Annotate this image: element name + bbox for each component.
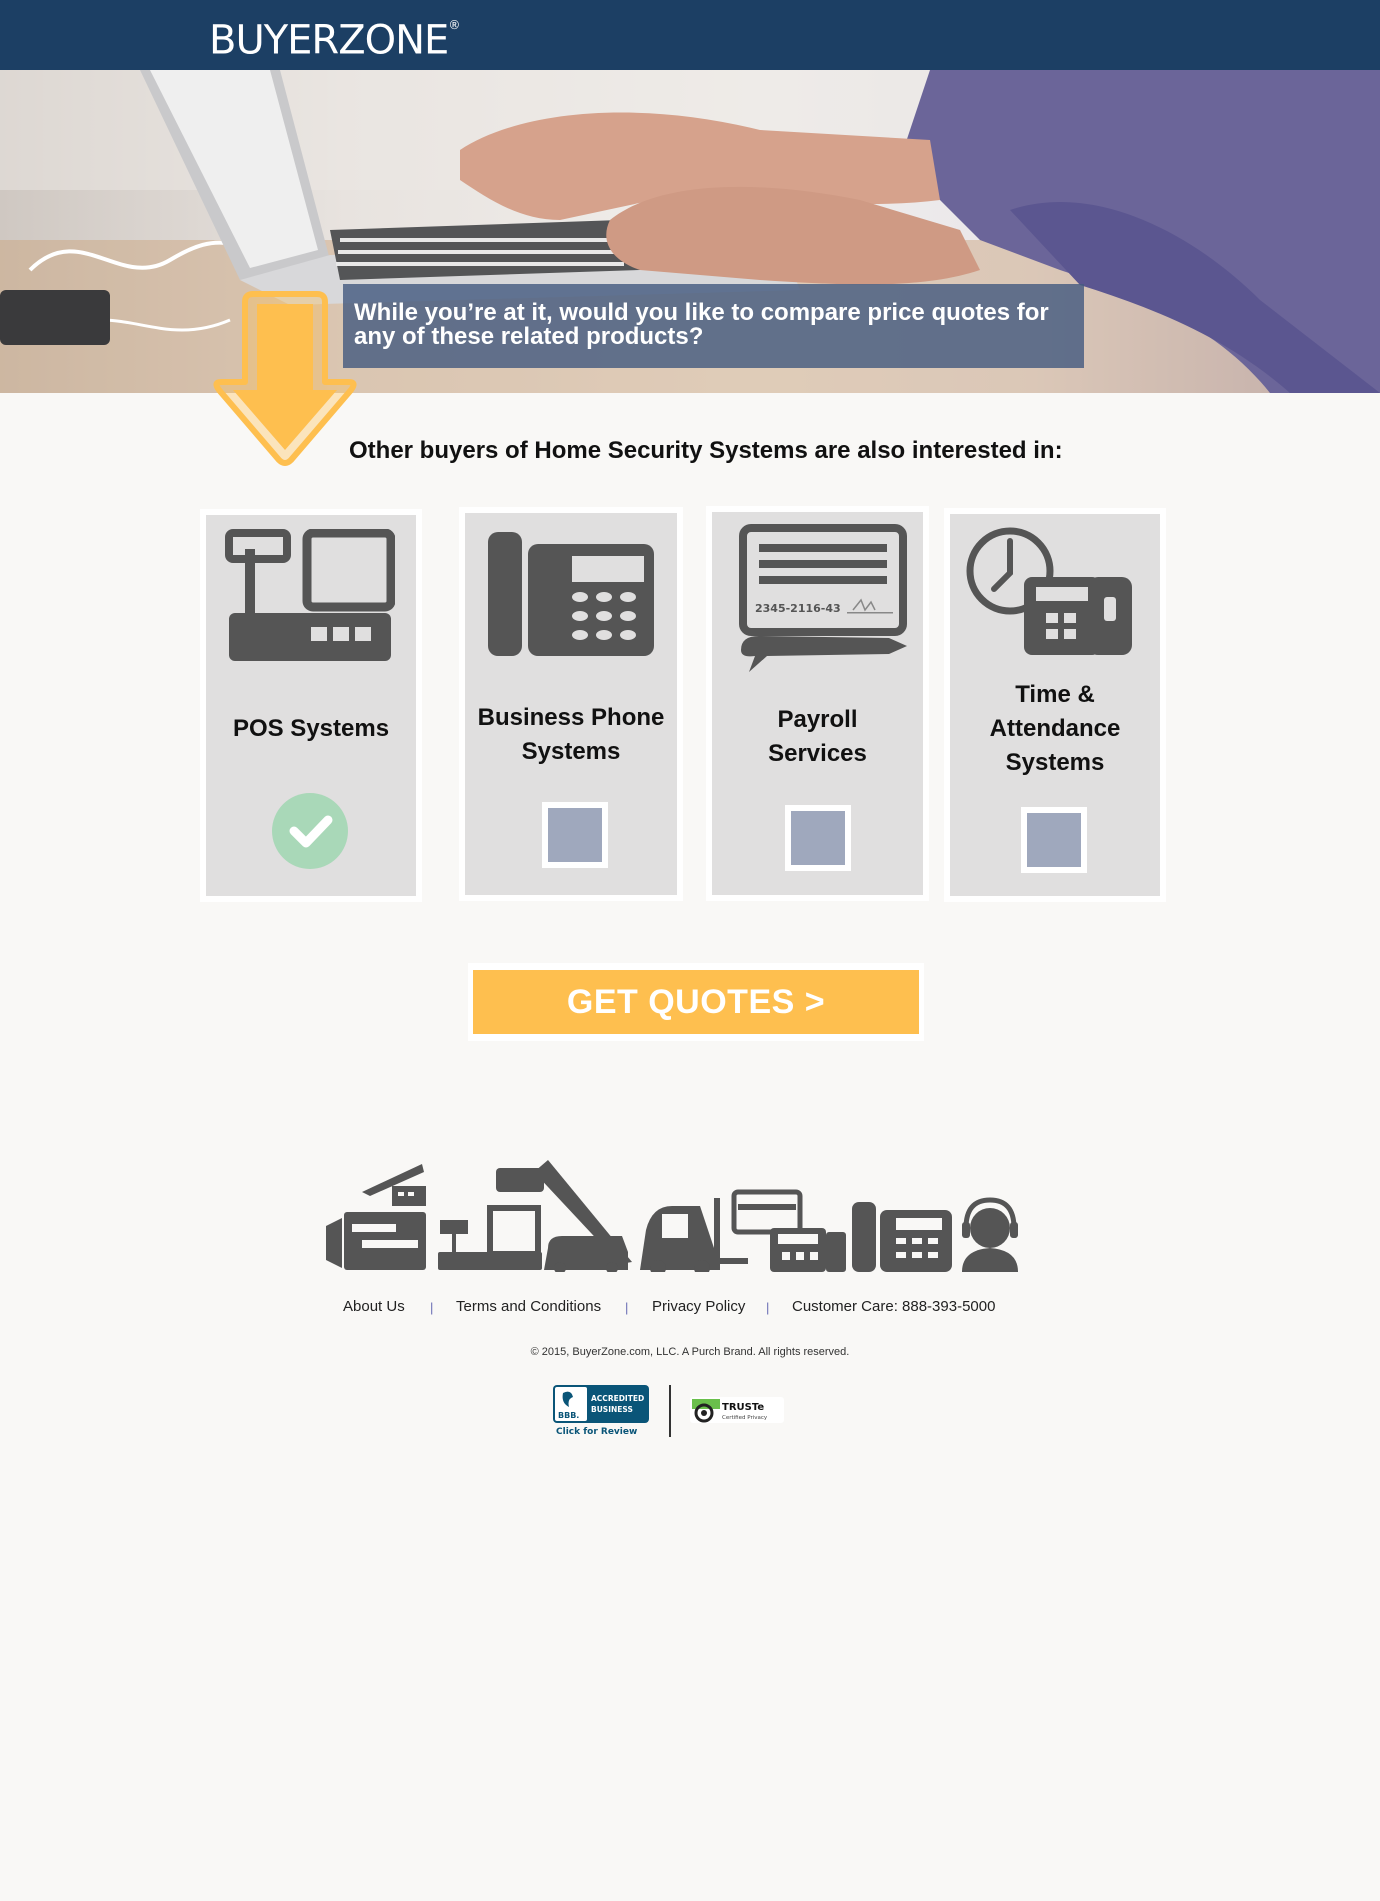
product-card-business-phone-systems[interactable]: Business Phone Systems [459, 507, 683, 901]
bbb-accredited-badge[interactable]: BBB. ACCREDITED BUSINESS Click for Revie… [553, 1385, 649, 1437]
svg-text:BBB.: BBB. [558, 1411, 579, 1420]
product-label: POS Systems [232, 715, 390, 742]
product-checkbox[interactable] [1021, 807, 1087, 873]
down-arrow-icon [213, 291, 357, 466]
privacy-policy-link[interactable]: Privacy Policy [652, 1298, 745, 1315]
footer-separator: | [766, 1300, 770, 1315]
about-us-link[interactable]: About Us [343, 1298, 405, 1315]
product-label: Business Phone Systems [477, 704, 665, 765]
svg-text:2345-2116-43: 2345-2116-43 [755, 602, 841, 615]
related-products-heading: Other buyers of Home Security Systems ar… [349, 437, 1063, 464]
desk-phone-icon [488, 532, 654, 656]
check-and-pen-icon: 2345-2116-43 [739, 524, 907, 672]
get-quotes-button[interactable]: GET QUOTES > [473, 970, 919, 1034]
customer-care-text: Customer Care: 888-393-5000 [792, 1298, 996, 1315]
footer-separator: | [625, 1300, 629, 1315]
logo-text: BUYERZONE [209, 17, 449, 64]
product-card-payroll-services[interactable]: 2345-2116-43 Payroll Services [706, 506, 929, 901]
office-equipment-icons [326, 1160, 1018, 1272]
site-header: BUYERZONE® [0, 0, 1380, 70]
product-checkbox[interactable] [542, 802, 608, 868]
get-quotes-button-frame: GET QUOTES > [468, 963, 924, 1041]
badge-divider [669, 1385, 671, 1437]
product-label: Payroll Services [768, 706, 867, 767]
copyright-text: © 2015, BuyerZone.com, LLC. A Purch Bran… [530, 1346, 850, 1358]
terms-and-conditions-link[interactable]: Terms and Conditions [456, 1298, 601, 1315]
hero-banner: While you’re at it, would you like to co… [343, 284, 1084, 368]
registered-mark: ® [448, 18, 460, 32]
buyerzone-logo[interactable]: BUYERZONE® [209, 12, 460, 64]
svg-text:Certified Privacy: Certified Privacy [722, 1415, 768, 1421]
product-card-time-attendance-systems[interactable]: Time & Attendance Systems [944, 508, 1166, 902]
banner-text: While you’re at it, would you like to co… [354, 299, 1049, 350]
pos-terminal-icon [225, 529, 395, 661]
truste-certified-badge[interactable]: TRUSTe Certified Privacy [690, 1395, 784, 1425]
svg-text:Click for Review: Click for Review [556, 1427, 637, 1437]
product-card-pos-systems[interactable]: POS Systems [200, 509, 422, 902]
svg-text:TRUSTe: TRUSTe [722, 1402, 764, 1413]
footer-links: About Us | Terms and Conditions | Privac… [0, 1298, 1380, 1322]
svg-text:BUSINESS: BUSINESS [591, 1405, 633, 1414]
footer-separator: | [430, 1300, 434, 1315]
product-checkbox[interactable] [785, 805, 851, 871]
clock-and-time-terminal-icon [966, 527, 1132, 655]
selected-checkmark-icon[interactable] [272, 793, 348, 869]
product-label: Time & Attendance Systems [989, 681, 1121, 776]
svg-text:ACCREDITED: ACCREDITED [591, 1394, 644, 1403]
